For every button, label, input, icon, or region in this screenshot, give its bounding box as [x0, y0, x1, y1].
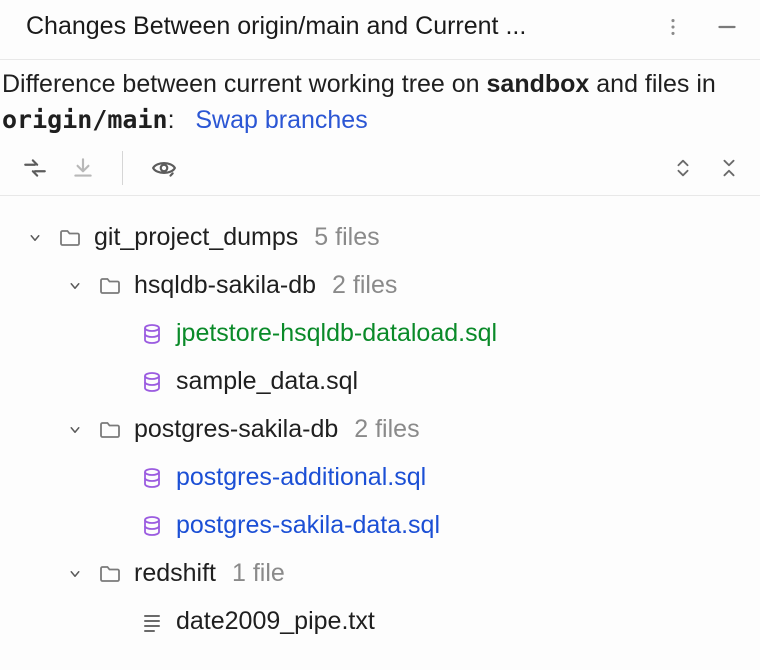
tree-folder-row[interactable]: redshift 1 file	[0, 550, 760, 598]
tree-file-row[interactable]: jpetstore-hsqldb-dataload.sql	[0, 310, 760, 358]
file-name: postgres-additional.sql	[176, 463, 426, 492]
file-name: jpetstore-hsqldb-dataload.sql	[176, 319, 497, 348]
toolbar-separator	[122, 151, 123, 185]
panel-title: Changes Between origin/main and Current …	[26, 12, 662, 41]
toolbar-left	[22, 151, 179, 185]
tree-folder-row[interactable]: git_project_dumps 5 files	[0, 214, 760, 262]
file-count: 2 files	[354, 415, 419, 444]
diff-desc-prefix: Difference between current working tree …	[2, 70, 487, 98]
folder-icon	[96, 418, 124, 442]
expand-all-icon[interactable]	[672, 155, 694, 181]
db-file-icon	[138, 322, 166, 346]
folder-name: git_project_dumps	[94, 223, 298, 252]
diff-description: Difference between current working tree …	[0, 60, 760, 143]
db-file-icon	[138, 514, 166, 538]
more-options-icon[interactable]	[662, 16, 684, 38]
panel-header: Changes Between origin/main and Current …	[0, 0, 760, 60]
minimize-icon[interactable]	[714, 14, 740, 40]
file-name: date2009_pipe.txt	[176, 607, 375, 636]
tree-file-row[interactable]: date2009_pipe.txt	[0, 598, 760, 646]
diff-toolbar	[0, 143, 760, 196]
chevron-down-icon[interactable]	[64, 277, 86, 295]
folder-name: postgres-sakila-db	[134, 415, 338, 444]
file-count: 5 files	[314, 223, 379, 252]
tree-file-row[interactable]: postgres-additional.sql	[0, 454, 760, 502]
file-name: sample_data.sql	[176, 367, 358, 396]
folder-icon	[96, 562, 124, 586]
tree-file-row[interactable]: sample_data.sql	[0, 358, 760, 406]
tree-folder-row[interactable]: postgres-sakila-db 2 files	[0, 406, 760, 454]
swap-icon[interactable]	[22, 155, 48, 181]
collapse-all-icon[interactable]	[718, 155, 740, 181]
chevron-down-icon[interactable]	[64, 565, 86, 583]
changes-tree: git_project_dumps 5 files hsqldb-sakila-db…	[0, 196, 760, 646]
chevron-down-icon[interactable]	[64, 421, 86, 439]
file-name: postgres-sakila-data.sql	[176, 511, 440, 540]
folder-icon	[56, 226, 84, 250]
toolbar-right	[672, 155, 740, 181]
db-file-icon	[138, 370, 166, 394]
diff-desc-suffix: :	[168, 106, 175, 134]
panel-header-actions	[662, 14, 740, 40]
chevron-down-icon[interactable]	[24, 229, 46, 247]
preview-diff-icon[interactable]	[149, 155, 179, 181]
folder-name: redshift	[134, 559, 216, 588]
folder-icon	[96, 274, 124, 298]
tree-file-row[interactable]: postgres-sakila-data.sql	[0, 502, 760, 550]
txt-file-icon	[138, 610, 166, 634]
current-branch-name: sandbox	[487, 70, 590, 98]
get-from-branch-icon[interactable]	[70, 155, 96, 181]
file-count: 1 file	[232, 559, 285, 588]
folder-name: hsqldb-sakila-db	[134, 271, 316, 300]
file-count: 2 files	[332, 271, 397, 300]
diff-desc-middle: and files in	[589, 70, 715, 98]
other-branch-name: origin/main	[2, 105, 168, 134]
tree-folder-row[interactable]: hsqldb-sakila-db 2 files	[0, 262, 760, 310]
swap-branches-link[interactable]: Swap branches	[195, 106, 367, 134]
db-file-icon	[138, 466, 166, 490]
